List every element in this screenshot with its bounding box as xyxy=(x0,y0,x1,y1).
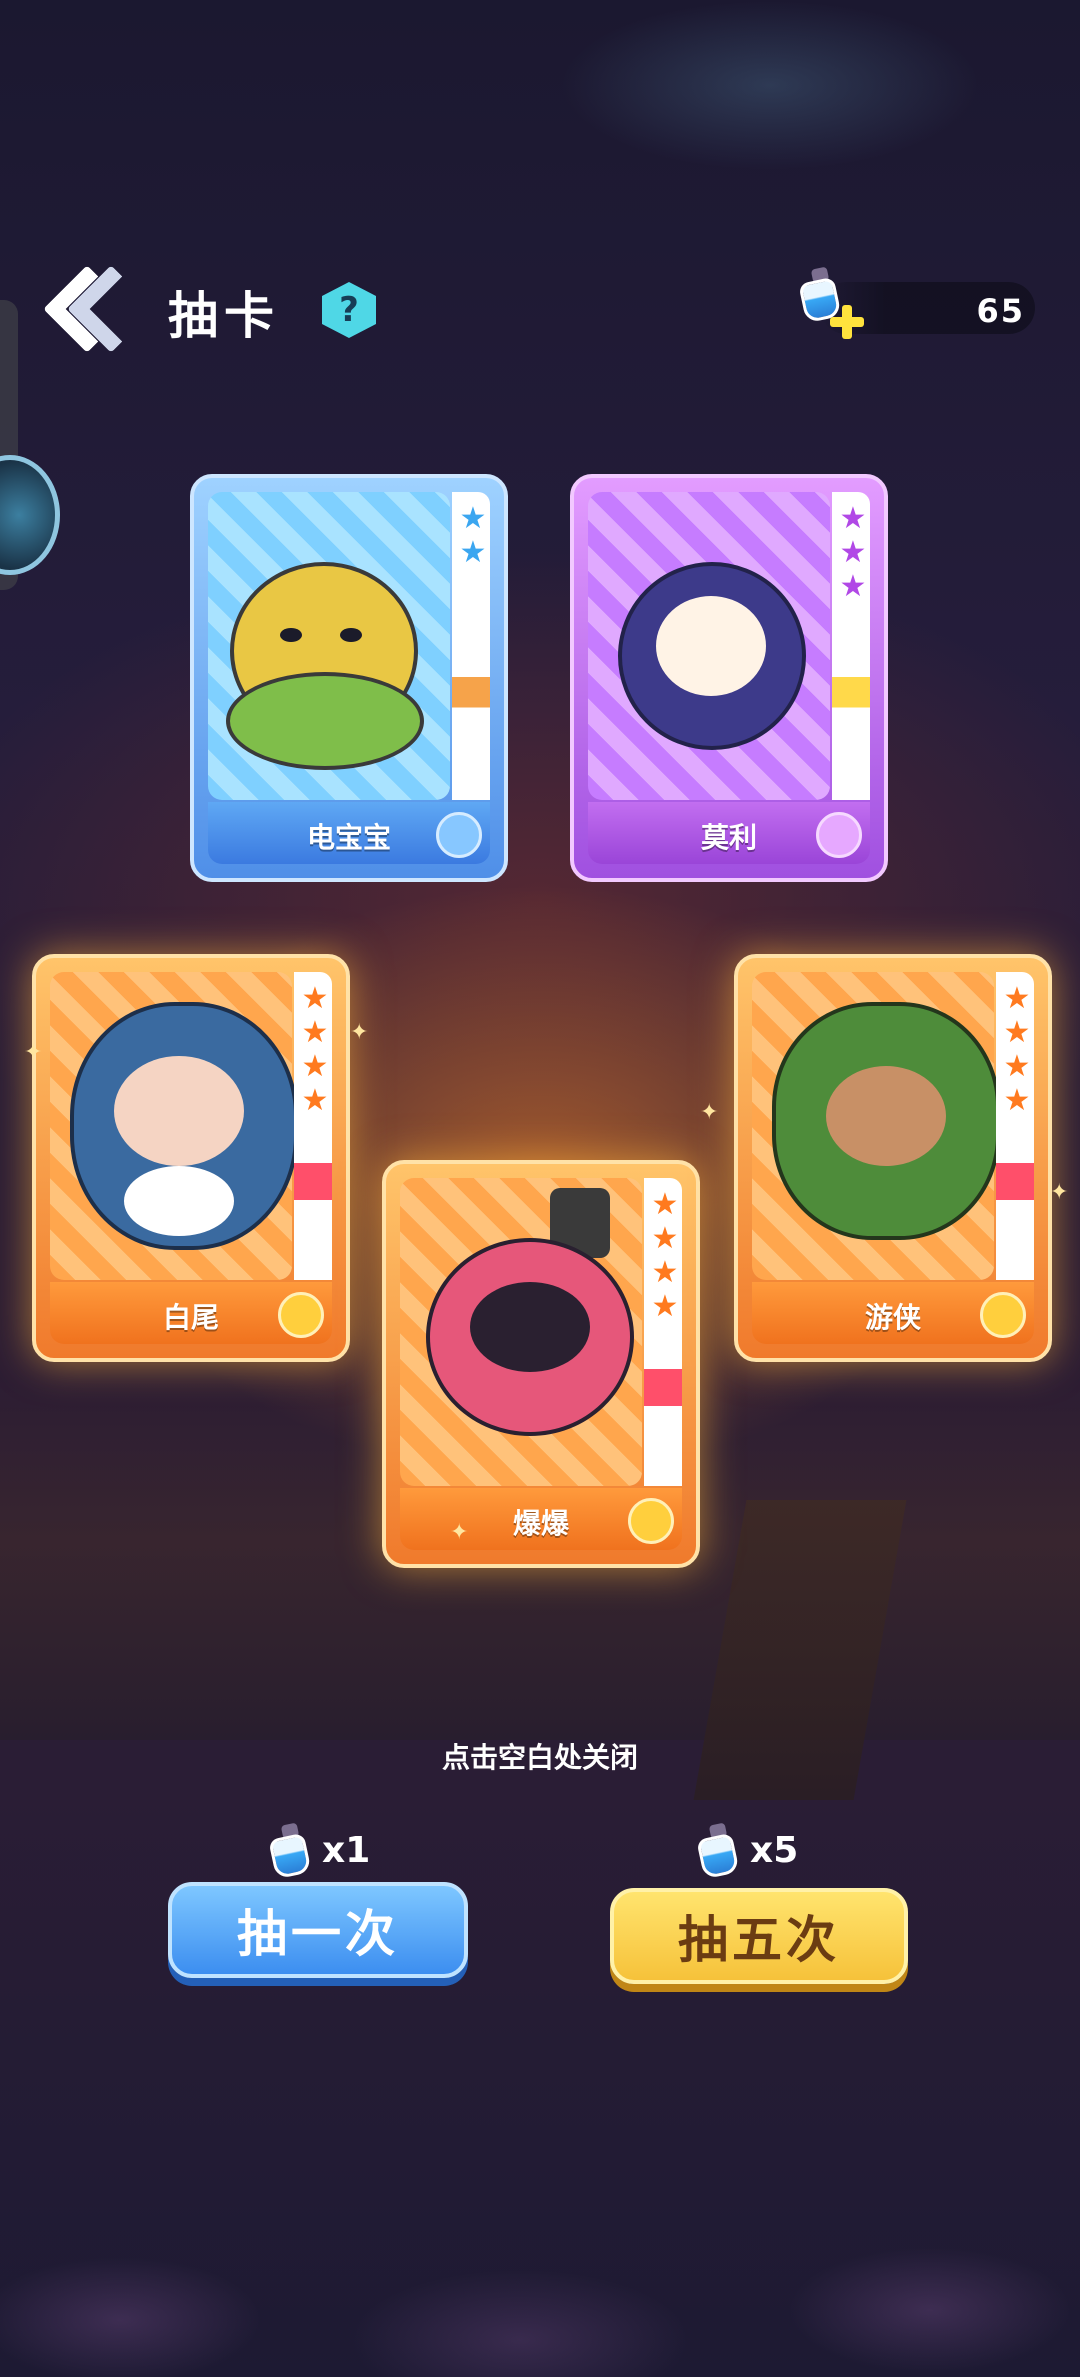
star-icon: ★ xyxy=(459,501,487,536)
draw-five-cost-label: x5 xyxy=(750,1829,799,1871)
sparkle-icon: ✦ xyxy=(350,1020,369,1045)
star-rating: ★ ★ xyxy=(458,504,488,568)
star-icon: ★ xyxy=(651,1187,679,1222)
help-icon[interactable]: ? xyxy=(322,282,376,338)
character-green-ranger xyxy=(772,1002,1000,1240)
star-icon: ★ xyxy=(301,1015,329,1050)
character-face xyxy=(114,1056,244,1166)
page-title: 抽卡 xyxy=(168,287,280,345)
draw-one-cost: x1 xyxy=(268,1818,370,1882)
help-icon-label: ? xyxy=(339,290,359,330)
character-leaves xyxy=(226,672,424,770)
star-icon: ★ xyxy=(1003,1049,1031,1084)
draw-five-cost: x5 xyxy=(696,1818,798,1882)
sparkle-icon: ✦ xyxy=(700,1100,719,1125)
potion-icon xyxy=(696,1822,740,1880)
back-button[interactable] xyxy=(34,265,155,358)
character-blue-wolf xyxy=(70,1002,298,1250)
star-rating: ★ ★ ★ ★ xyxy=(650,1190,680,1322)
sparkle-icon: ✦ xyxy=(1050,1180,1069,1205)
star-icon: ★ xyxy=(839,535,867,570)
currency-amount: 65 xyxy=(976,292,1025,330)
add-currency-icon[interactable] xyxy=(830,305,864,339)
card-art xyxy=(588,492,830,800)
medal-icon xyxy=(278,1292,324,1338)
star-icon: ★ xyxy=(1003,1083,1031,1118)
draw-one-cost-label: x1 xyxy=(322,1829,371,1871)
star-icon: ★ xyxy=(651,1221,679,1256)
card-moli[interactable]: ★ ★ ★ 莫利 xyxy=(570,474,888,882)
card-baobao[interactable]: ★ ★ ★ ★ 爆爆 xyxy=(382,1160,700,1568)
card-ranger[interactable]: ★ ★ ★ ★ 游侠 xyxy=(734,954,1052,1362)
card-art xyxy=(50,972,298,1280)
star-icon: ★ xyxy=(839,501,867,536)
character-face xyxy=(826,1066,946,1166)
side-orb-icon[interactable] xyxy=(0,455,60,575)
star-icon: ★ xyxy=(301,981,329,1016)
star-icon: ★ xyxy=(651,1255,679,1290)
medal-icon xyxy=(816,812,862,858)
card-art xyxy=(400,1178,642,1486)
star-icon: ★ xyxy=(459,535,487,570)
sparkle-icon: ✦ xyxy=(24,1040,43,1065)
character-pink-bomb xyxy=(426,1238,634,1436)
character-belly xyxy=(124,1166,234,1236)
star-rating: ★ ★ ★ ★ xyxy=(300,984,330,1116)
star-icon: ★ xyxy=(839,569,867,604)
card-art xyxy=(208,492,450,800)
card-electric-baby[interactable]: ★ ★ 电宝宝 xyxy=(190,474,508,882)
sparkle-icon: ✦ xyxy=(450,1520,469,1545)
star-icon: ★ xyxy=(301,1083,329,1118)
card-baiwei[interactable]: ★ ★ ★ ★ 白尾 xyxy=(32,954,350,1362)
draw-five-button[interactable]: 抽五次 xyxy=(610,1888,908,1984)
star-rating: ★ ★ ★ ★ xyxy=(1002,984,1032,1116)
medal-icon xyxy=(628,1498,674,1544)
star-icon: ★ xyxy=(301,1049,329,1084)
draw-one-button[interactable]: 抽一次 xyxy=(168,1882,468,1978)
medal-icon xyxy=(980,1292,1026,1338)
bottom-clouds xyxy=(0,2200,1080,2377)
character-face xyxy=(656,596,766,696)
potion-icon xyxy=(268,1822,312,1880)
star-icon: ★ xyxy=(651,1289,679,1324)
close-hint[interactable]: 点击空白处关闭 xyxy=(0,1736,1080,1776)
star-icon: ★ xyxy=(1003,981,1031,1016)
card-art xyxy=(752,972,1000,1280)
character-purple-ball xyxy=(618,562,806,750)
medal-icon xyxy=(436,812,482,858)
character-face xyxy=(470,1282,590,1372)
star-rating: ★ ★ ★ xyxy=(838,504,868,602)
star-icon: ★ xyxy=(1003,1015,1031,1050)
background-swirl xyxy=(560,0,980,170)
